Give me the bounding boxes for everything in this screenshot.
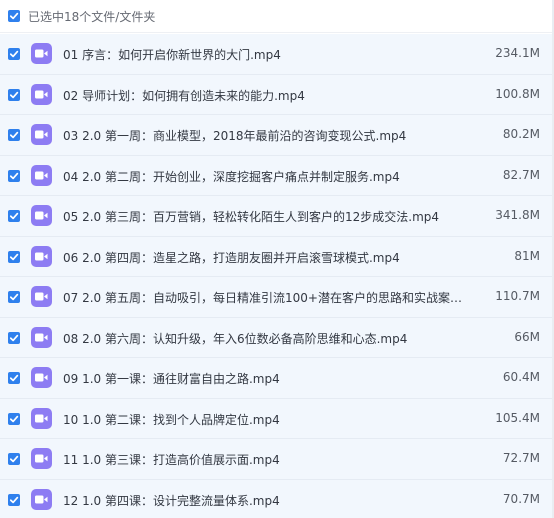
file-checkbox[interactable] (8, 169, 20, 182)
video-file-icon (31, 286, 52, 307)
file-row[interactable]: 05 2.0 第三周：百万营销，轻松转化陌生人到客户的12步成交法.mp4 341… (0, 196, 554, 237)
file-checkbox[interactable] (8, 48, 20, 60)
file-checkbox[interactable] (8, 453, 20, 465)
file-row[interactable]: 10 1.0 第二课：找到个人品牌定位.mp4 105.4M (0, 398, 554, 439)
file-size: 234.1M (495, 46, 540, 60)
video-file-icon (31, 407, 52, 429)
file-name[interactable]: 06 2.0 第四周：造星之路，打造朋友圈并开启滚雪球模式.mp4 (63, 249, 473, 266)
video-file-icon (31, 245, 52, 267)
checkbox-checked-icon (9, 12, 19, 20)
file-name[interactable]: 03 2.0 第一周：商业模型，2018年最前沿的咨询变现公式.mp4 (63, 127, 473, 144)
file-size: 341.8M (495, 208, 540, 222)
file-name[interactable]: 07 2.0 第五周：自动吸引，每日精准引流100+潜在客户的思路和实战案例..… (63, 289, 473, 306)
file-checkbox[interactable] (8, 129, 20, 141)
video-file-icon (31, 164, 52, 186)
file-row[interactable]: 04 2.0 第二周：开始创业，深度挖掘客户痛点并制定服务.mp4 82.7M (0, 155, 554, 196)
file-size: 66M (514, 329, 540, 344)
selection-count-label: 已选中18个文件/文件夹 (28, 9, 156, 24)
checkbox-checked-icon (9, 212, 19, 220)
video-file-icon (31, 205, 52, 226)
file-list: 01 序言：如何开启你新世界的大门.mp4 234.1M 02 导师计划：如何拥有创… (0, 34, 554, 518)
video-file-icon (31, 83, 52, 105)
select-all-checkbox[interactable] (8, 10, 20, 22)
file-row[interactable]: 03 2.0 第一周：商业模型，2018年最前沿的咨询变现公式.mp4 80.2M (0, 115, 554, 156)
file-size: 80.2M (502, 127, 540, 141)
checkbox-checked-icon (9, 131, 19, 139)
file-size: 70.7M (502, 491, 540, 506)
file-checkbox[interactable] (8, 372, 20, 384)
checkbox-checked-icon (9, 455, 19, 463)
file-checkbox[interactable] (8, 493, 20, 506)
file-size: 110.7M (495, 289, 540, 303)
checkbox-checked-icon (9, 334, 19, 341)
file-checkbox[interactable] (8, 412, 20, 425)
file-name[interactable]: 09 1.0 第一课：通往财富自由之路.mp4 (63, 370, 473, 387)
file-checkbox[interactable] (8, 88, 20, 101)
file-checkbox[interactable] (8, 331, 20, 344)
file-name[interactable]: 01 序言：如何开启你新世界的大门.mp4 (63, 46, 473, 63)
video-file-icon (31, 43, 52, 64)
file-list-panel: 已选中18个文件/文件夹 01 序言：如何开启你新世界的大门.mp4 234.1M… (0, 0, 554, 518)
file-row[interactable]: 01 序言：如何开启你新世界的大门.mp4 234.1M (0, 34, 554, 75)
file-name[interactable]: 12 1.0 第四课：设计完整流量体系.mp4 (63, 492, 473, 509)
file-size: 60.4M (502, 370, 540, 384)
file-row[interactable]: 11 1.0 第三课：打造高价值展示面.mp4 72.7M (0, 439, 554, 480)
file-size: 72.7M (502, 451, 540, 465)
file-row[interactable]: 09 1.0 第一课：通往财富自由之路.mp4 60.4M (0, 358, 554, 399)
file-row[interactable]: 06 2.0 第四周：造星之路，打造朋友圈并开启滚雪球模式.mp4 81M (0, 236, 554, 277)
file-checkbox[interactable] (8, 291, 20, 303)
checkbox-checked-icon (9, 415, 19, 422)
checkbox-checked-icon (9, 496, 19, 503)
selection-header: 已选中18个文件/文件夹 (0, 0, 554, 33)
file-name[interactable]: 08 2.0 第六周：认知升级，年入6位数必备高阶思维和心态.mp4 (63, 330, 473, 347)
checkbox-checked-icon (9, 91, 19, 98)
checkbox-checked-icon (9, 293, 19, 301)
file-name[interactable]: 11 1.0 第三课：打造高价值展示面.mp4 (63, 451, 473, 468)
video-file-icon (31, 448, 52, 469)
file-name[interactable]: 04 2.0 第二周：开始创业，深度挖掘客户痛点并制定服务.mp4 (63, 168, 473, 185)
file-row[interactable]: 02 导师计划：如何拥有创造未来的能力.mp4 100.8M (0, 74, 554, 115)
file-name[interactable]: 02 导师计划：如何拥有创造未来的能力.mp4 (63, 87, 473, 104)
checkbox-checked-icon (9, 253, 19, 260)
video-file-icon (31, 326, 52, 348)
file-name[interactable]: 05 2.0 第三周：百万营销，轻松转化陌生人到客户的12步成交法.mp4 (63, 208, 473, 225)
file-size: 105.4M (495, 410, 540, 425)
video-file-icon (31, 124, 52, 145)
file-size: 82.7M (502, 167, 540, 182)
file-row[interactable]: 08 2.0 第六周：认知升级，年入6位数必备高阶思维和心态.mp4 66M (0, 317, 554, 358)
video-file-icon (31, 367, 52, 388)
file-name[interactable]: 10 1.0 第二课：找到个人品牌定位.mp4 (63, 411, 473, 428)
file-checkbox[interactable] (8, 250, 20, 263)
video-file-icon (31, 488, 52, 510)
file-checkbox[interactable] (8, 210, 20, 222)
checkbox-checked-icon (9, 374, 19, 382)
file-row[interactable]: 07 2.0 第五周：自动吸引，每日精准引流100+潜在客户的思路和实战案例..… (0, 277, 554, 318)
file-size: 100.8M (495, 86, 540, 101)
checkbox-checked-icon (9, 50, 19, 58)
file-size: 81M (514, 248, 540, 263)
checkbox-checked-icon (9, 172, 19, 179)
file-row[interactable]: 12 1.0 第四课：设计完整流量体系.mp4 70.7M (0, 479, 554, 518)
